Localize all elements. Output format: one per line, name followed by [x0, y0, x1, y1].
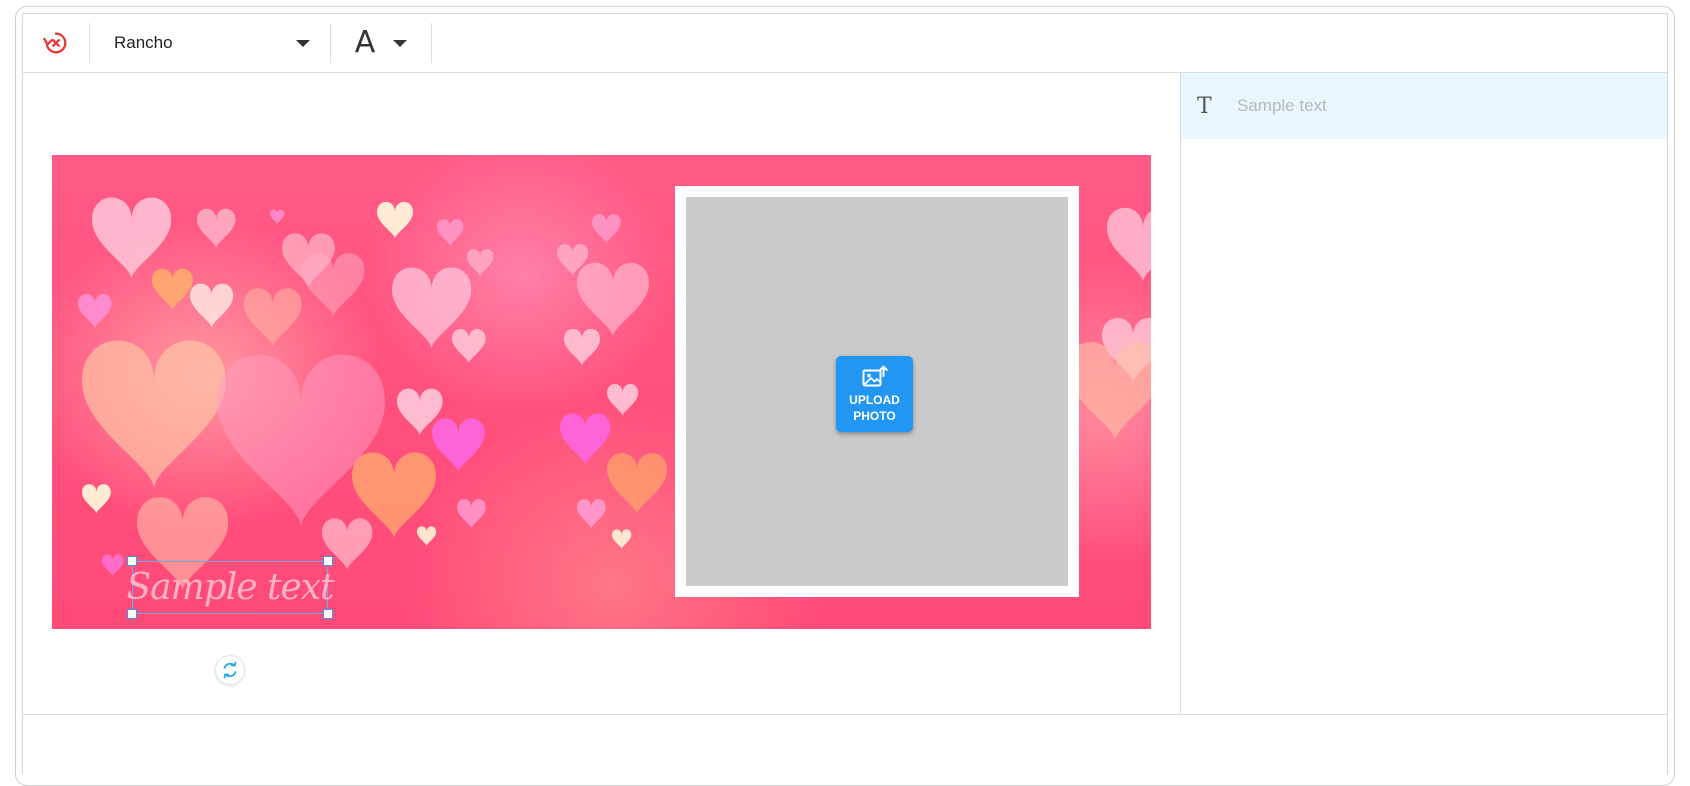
resize-handle-top-left[interactable]: [127, 556, 137, 566]
selected-text-layer[interactable]: Sample text: [126, 556, 335, 619]
text-layer-content[interactable]: Sample text: [126, 567, 334, 608]
reset-button[interactable]: [23, 14, 89, 73]
layer-item-label: Sample text: [1237, 96, 1327, 115]
font-size-icon: A: [354, 25, 376, 60]
bottom-bar: [23, 714, 1667, 775]
resize-handle-bottom-right[interactable]: [323, 609, 333, 619]
upload-photo-button[interactable]: UPLOAD PHOTO: [836, 356, 913, 432]
layers-panel: T Sample text: [1180, 73, 1667, 714]
resize-handle-top-right[interactable]: [323, 556, 333, 566]
card-editor: Rancho A UPLOAD PHOTO Sample text T Samp…: [22, 13, 1668, 775]
font-size-select[interactable]: A: [331, 14, 431, 73]
canvas-area: UPLOAD PHOTO Sample text: [23, 73, 1180, 714]
text-layer-icon: T: [1197, 93, 1212, 119]
resize-handle-bottom-left[interactable]: [127, 609, 137, 619]
upload-photo-label: UPLOAD PHOTO: [849, 392, 900, 423]
toolbar: Rancho A: [23, 14, 1667, 73]
chevron-down-icon: [393, 39, 408, 47]
chevron-down-icon: [296, 39, 310, 47]
font-family-value: Rancho: [114, 33, 173, 52]
photo-placeholder[interactable]: UPLOAD PHOTO: [686, 197, 1068, 586]
greeting-card-canvas: UPLOAD PHOTO Sample text: [52, 155, 1151, 629]
rotate-icon: [223, 661, 237, 679]
toolbar-divider: [431, 23, 432, 63]
rotate-handle[interactable]: [215, 655, 245, 685]
reset-history-icon: [43, 32, 67, 54]
photo-frame: UPLOAD PHOTO: [675, 186, 1079, 597]
layer-item-text[interactable]: T Sample text: [1181, 73, 1667, 139]
font-family-select[interactable]: Rancho: [90, 14, 330, 73]
image-upload-icon: [862, 365, 888, 386]
